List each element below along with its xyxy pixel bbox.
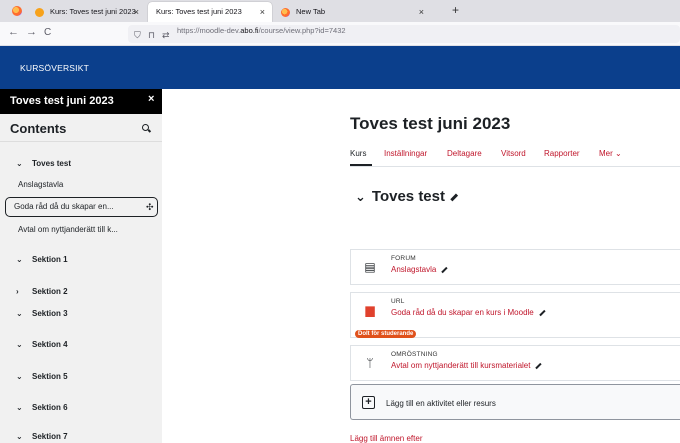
close-tab-icon[interactable]: ×	[134, 2, 139, 22]
chevron-down-icon[interactable]: ⌄	[16, 372, 23, 381]
drawer-header: Toves test juni 2023 ×	[0, 89, 162, 114]
tab-kurs[interactable]: Kurs	[350, 149, 366, 158]
drawer-course-name: Toves test juni 2023	[10, 95, 114, 107]
section-title: Toves test	[371, 188, 445, 205]
activity-type: OMRÖSTNING	[391, 351, 438, 358]
chevron-down-icon[interactable]: ⌄	[16, 159, 23, 168]
forward-icon[interactable]: →	[26, 26, 37, 38]
activity-link[interactable]: Anslagstavla	[391, 265, 449, 274]
edit-pencil-icon[interactable]	[450, 193, 458, 201]
firefox-icon[interactable]	[12, 6, 22, 16]
collapse-chevron-icon[interactable]: ⌄	[355, 189, 366, 204]
browser-tab-3[interactable]: New Tab ×	[274, 2, 434, 22]
close-tab-icon[interactable]: ×	[419, 2, 424, 22]
search-icon[interactable]	[142, 124, 151, 133]
index-activity-anslagstavla[interactable]: Anslagstavla	[18, 180, 63, 189]
index-activity-avtal[interactable]: Avtal om nyttjanderätt till k...	[18, 225, 118, 234]
tab-vitsord[interactable]: Vitsord	[501, 149, 526, 158]
page-title: Toves test juni 2023	[350, 114, 511, 133]
chevron-down-icon[interactable]: ⌄	[16, 309, 23, 318]
close-drawer-icon[interactable]: ×	[148, 93, 154, 105]
browser-tab-2[interactable]: Kurs: Toves test juni 2023 ×	[148, 2, 272, 22]
chevron-down-icon[interactable]: ⌄	[16, 255, 23, 264]
chevron-right-icon[interactable]: ›	[16, 287, 19, 296]
choice-icon: ᛘ	[366, 356, 374, 370]
tab-rapporter[interactable]: Rapporter	[544, 149, 580, 158]
tabs-divider	[350, 166, 680, 167]
divider	[0, 141, 162, 142]
site-title-link[interactable]: KURSÖVERSIKT	[20, 63, 89, 73]
browser-nav-bar: ← → C ⛉ ⊓ ⇄ https://moodle-dev.abo.fi/co…	[0, 22, 680, 46]
url-icon: ▆	[365, 303, 375, 317]
tab-installningar[interactable]: Inställningar	[384, 149, 427, 158]
activity-link[interactable]: Goda råd då du skapar en kurs i Moodle	[391, 308, 546, 317]
edit-pencil-icon[interactable]	[539, 309, 546, 317]
lock-icon[interactable]: ⊓	[148, 30, 155, 41]
course-index-drawer: Toves test juni 2023 × Contents ⌄ Toves …	[0, 89, 162, 443]
reload-icon[interactable]: C	[44, 27, 51, 38]
index-activity-goda-rad[interactable]: Goda råd då du skapar en... ✣	[5, 197, 158, 217]
activity-type: URL	[391, 298, 405, 305]
tab-label: Kurs: Toves test juni 2023	[50, 7, 136, 16]
tab-mer[interactable]: Mer ⌄	[599, 149, 622, 158]
chevron-down-icon[interactable]: ⌄	[16, 340, 23, 349]
firefox-favicon-icon	[281, 8, 290, 17]
activity-link[interactable]: Avtal om nyttjanderätt till kursmaterial…	[391, 361, 543, 370]
activity-type: FORUM	[391, 255, 416, 262]
add-topic-link[interactable]: Lägg till ämnen efter	[350, 434, 423, 443]
tab-deltagare[interactable]: Deltagare	[447, 149, 482, 158]
site-header: KURSÖVERSIKT	[0, 46, 680, 89]
plus-icon: +	[362, 396, 375, 409]
move-icon[interactable]: ✣	[146, 202, 154, 213]
shield-icon[interactable]: ⛉	[134, 30, 141, 41]
tab-label: Kurs: Toves test juni 2023	[156, 7, 242, 16]
browser-tab-bar: Kurs: Toves test juni 2023 × Kurs: Toves…	[0, 0, 680, 22]
permissions-icon[interactable]: ⇄	[162, 30, 170, 41]
activity-card-forum: ▤ FORUM Anslagstavla	[350, 249, 680, 285]
edit-pencil-icon[interactable]	[535, 362, 543, 370]
back-icon[interactable]: ←	[8, 26, 19, 38]
tab-label: New Tab	[296, 7, 326, 16]
contents-heading: Contents	[10, 121, 67, 136]
activity-card-url: ▆ URL Goda råd då du skapar en kurs i Mo…	[350, 292, 680, 338]
browser-tab-1[interactable]: Kurs: Toves test juni 2023 ×	[28, 2, 146, 22]
new-tab-button[interactable]: +	[452, 3, 459, 17]
url-text[interactable]: https://moodle-dev.abo.fi/course/view.ph…	[177, 26, 346, 35]
forum-icon: ▤	[364, 260, 376, 274]
add-activity-button[interactable]: + Lägg till en aktivitet eller resurs	[350, 384, 680, 420]
activity-card-choice: ᛘ OMRÖSTNING Avtal om nyttjanderätt till…	[350, 345, 680, 381]
hidden-badge: Dolt för studerande	[355, 330, 417, 338]
add-activity-label: Lägg till en aktivitet eller resurs	[386, 399, 496, 408]
close-tab-icon[interactable]: ×	[260, 2, 265, 22]
edit-pencil-icon[interactable]	[441, 266, 449, 274]
section-heading: ⌄ Toves test	[355, 188, 458, 205]
moodle-favicon-icon	[35, 8, 44, 17]
chevron-down-icon[interactable]: ⌄	[16, 432, 23, 441]
chevron-down-icon[interactable]: ⌄	[16, 403, 23, 412]
